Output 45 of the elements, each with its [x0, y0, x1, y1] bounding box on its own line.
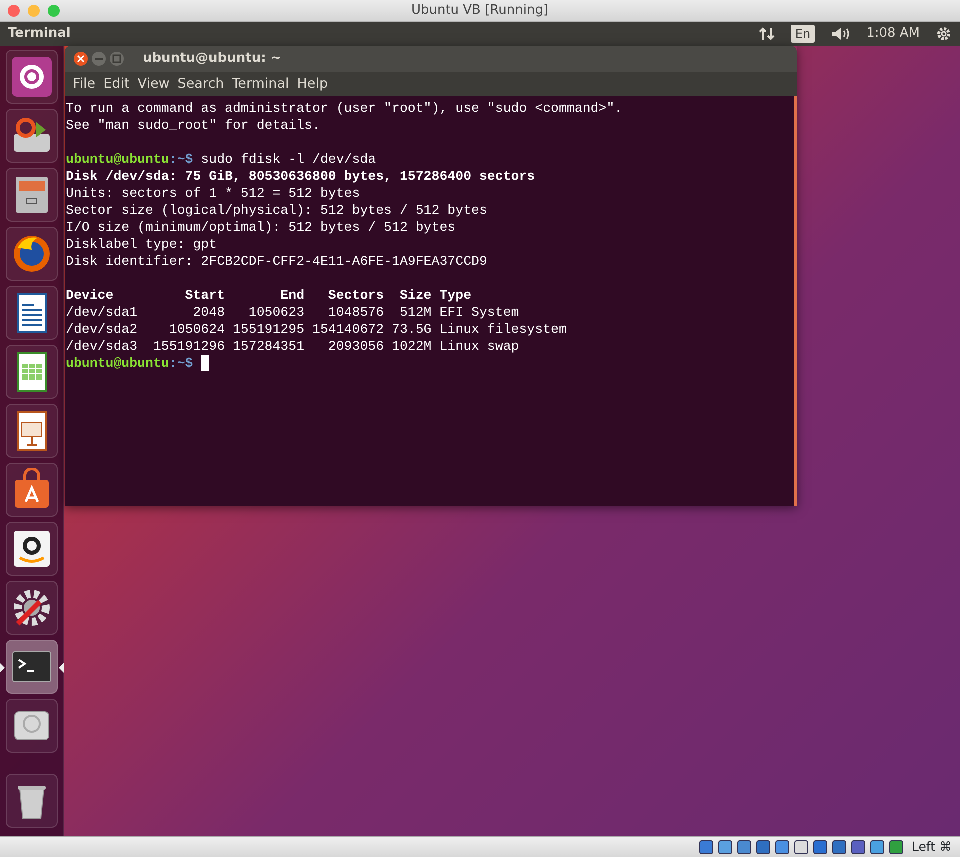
- settings-icon[interactable]: [936, 26, 952, 42]
- host-key: Left ⌘: [912, 838, 952, 856]
- menu-item[interactable]: Edit: [100, 74, 134, 94]
- prompt-path: :~$: [169, 356, 194, 371]
- prompt-user: ubuntu@ubuntu: [66, 152, 170, 167]
- window-title: Ubuntu VB [Running]: [411, 2, 549, 20]
- menu-item[interactable]: File: [69, 74, 100, 94]
- output-line: Units: sectors of 1 * 512 = 512 bytes: [66, 185, 362, 202]
- launcher-item[interactable]: [6, 463, 58, 517]
- output-line: Device Start End Sectors Size Type: [66, 287, 473, 304]
- prompt-user: ubuntu@ubuntu: [66, 356, 170, 371]
- clock[interactable]: 1:08 AM: [866, 24, 920, 44]
- launcher-item[interactable]: [6, 581, 58, 635]
- speaker-icon[interactable]: [830, 26, 851, 42]
- launcher-item[interactable]: [6, 522, 58, 576]
- launcher-item[interactable]: [6, 109, 58, 163]
- menu-item[interactable]: Search: [174, 74, 228, 94]
- menu-item[interactable]: Terminal: [228, 74, 294, 94]
- output-line: To run a command as administrator (user "root"), use "sudo <command>".: [66, 100, 624, 117]
- prompt-path: :~$: [169, 152, 194, 167]
- language-indicator[interactable]: En: [791, 25, 815, 43]
- output-line: Sector size (logical/physical): 512 bytes / 512 bytes: [66, 202, 488, 219]
- launcher-item[interactable]: [6, 50, 58, 104]
- launcher-item[interactable]: [6, 774, 58, 828]
- launcher-item[interactable]: [6, 168, 58, 222]
- app-name: Terminal: [8, 25, 71, 44]
- launcher-item[interactable]: [6, 227, 58, 281]
- logo-icon: [10, 55, 54, 99]
- output-line: Disklabel type: gpt: [66, 236, 218, 253]
- launcher-item[interactable]: [6, 404, 58, 458]
- menu-item[interactable]: Help: [293, 74, 332, 94]
- menu-item[interactable]: View: [134, 74, 174, 94]
- output-line: I/O size (minimum/optimal): 512 bytes / 512 bytes: [66, 219, 457, 236]
- output-line: See "man sudo_root" for details.: [66, 117, 322, 134]
- launcher-item[interactable]: [6, 699, 58, 753]
- output-line: /dev/sda3 155191296 157284351 2093056 1022M Linux swap: [66, 338, 520, 355]
- command-text: sudo fdisk -l /dev/sda: [200, 152, 376, 167]
- output-line: Disk /dev/sda: 75 GiB, 80530636800 bytes, 157286400 sectors: [66, 168, 536, 185]
- window-title: ubuntu@ubuntu: ~: [143, 50, 282, 68]
- window-buttons-icon[interactable]: [73, 51, 127, 67]
- launcher-item[interactable]: [6, 345, 58, 399]
- output-line: Disk identifier: 2FCB2CDF-CFF2-4E11-A6FE-1A9FEA37CCD9: [66, 253, 488, 270]
- output-line: /dev/sda2 1050624 155191295 154140672 73.5G Linux filesystem: [66, 321, 568, 338]
- launcher-item[interactable]: [6, 286, 58, 340]
- output-line: /dev/sda1 2048 1050623 1048576 512M EFI System: [66, 304, 520, 321]
